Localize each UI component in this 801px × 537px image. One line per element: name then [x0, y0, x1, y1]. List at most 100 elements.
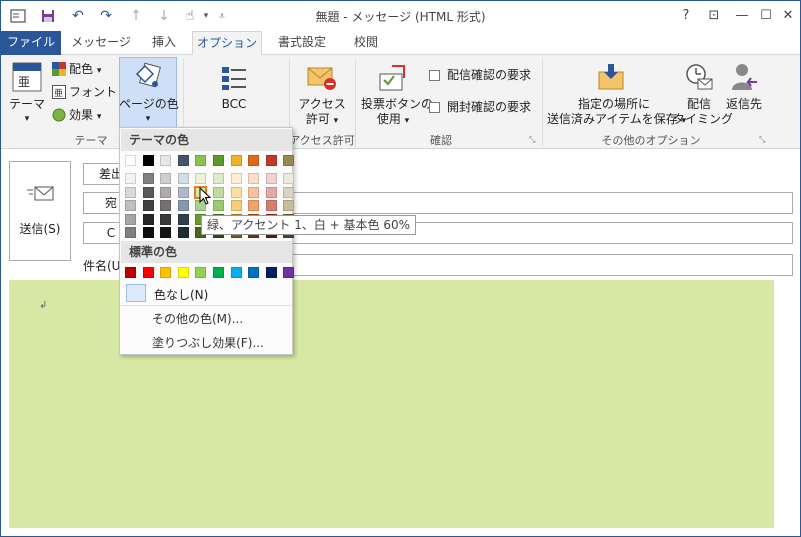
theme-shade-swatch[interactable] [142, 186, 154, 198]
delay-delivery-label-1[interactable]: 配信 [677, 97, 721, 112]
themes-icon[interactable]: 亜 [11, 61, 43, 93]
close-button[interactable]: ✕ [775, 4, 800, 26]
svg-text:亜: 亜 [18, 75, 30, 89]
save-sent-item-text: 送信済みアイテムを保存 [547, 112, 678, 126]
theme-shade-swatch[interactable] [125, 227, 136, 238]
theme-color-swatch[interactable] [177, 155, 189, 166]
body-scrollbar[interactable] [777, 280, 793, 528]
theme-color-swatch[interactable] [265, 155, 277, 166]
theme-shade-swatch[interactable] [142, 173, 154, 184]
theme-shade-swatch[interactable] [265, 173, 277, 184]
theme-shade-swatch[interactable] [283, 173, 295, 184]
theme-shade-swatch[interactable] [177, 186, 189, 198]
tab-review[interactable]: 校閲 [341, 31, 391, 55]
theme-shade-swatch[interactable] [177, 227, 189, 238]
theme-shade-swatch[interactable] [125, 200, 136, 211]
save-sent-item-label-2[interactable]: 送信済みアイテムを保存 ▾ [547, 112, 686, 129]
fonts-button[interactable]: フォント ▾ [69, 85, 125, 102]
themes-button[interactable]: テーマ [9, 97, 45, 112]
theme-shade-swatch[interactable] [125, 173, 136, 184]
standard-color-swatch[interactable] [265, 267, 277, 278]
theme-shade-swatch[interactable] [265, 200, 277, 211]
more-colors-option[interactable]: その他の色(M)... [152, 310, 243, 327]
tab-format-text[interactable]: 書式設定 [267, 31, 337, 55]
theme-shade-swatch[interactable] [213, 200, 224, 211]
tab-file[interactable]: ファイル [1, 31, 61, 55]
paragraph-mark: ↲ [39, 300, 48, 311]
theme-shade-swatch[interactable] [213, 186, 224, 198]
theme-color-swatch[interactable] [283, 155, 295, 166]
colors-button[interactable]: 配色 ▾ [69, 62, 101, 79]
theme-shade-swatch[interactable] [283, 200, 295, 211]
theme-shade-swatch[interactable] [177, 213, 189, 225]
theme-shade-swatch[interactable] [160, 213, 172, 225]
delivery-receipt-label[interactable]: 配信確認の要求 [447, 68, 531, 83]
tab-options[interactable]: オプション [192, 31, 262, 56]
standard-color-swatch[interactable] [160, 267, 172, 278]
voting-label-1[interactable]: 投票ボタンの [361, 97, 433, 112]
theme-shade-swatch[interactable] [230, 173, 242, 184]
read-receipt-checkbox[interactable] [429, 102, 440, 113]
theme-shade-swatch[interactable] [160, 186, 172, 198]
theme-shade-swatch[interactable] [265, 186, 277, 198]
standard-color-swatch[interactable] [177, 267, 189, 278]
direct-replies-button[interactable]: 返信先 [723, 97, 765, 112]
theme-shade-swatch[interactable] [177, 173, 189, 184]
help-button[interactable]: ? [673, 4, 699, 26]
theme-color-swatch[interactable] [142, 155, 154, 166]
theme-group-label: テーマ [74, 134, 108, 147]
colors-icon [51, 61, 67, 77]
more-options-dialog-launcher-icon[interactable]: ⤡ [759, 135, 765, 145]
theme-shade-swatch[interactable] [248, 186, 260, 198]
tab-message[interactable]: メッセージ [67, 31, 135, 55]
standard-color-swatch[interactable] [213, 267, 224, 278]
permission-label-2[interactable]: 許可 ▾ [295, 112, 349, 129]
theme-color-swatch[interactable] [195, 155, 207, 166]
theme-color-swatch[interactable] [248, 155, 260, 166]
theme-shade-swatch[interactable] [230, 200, 242, 211]
tracking-dialog-launcher-icon[interactable]: ⤡ [529, 135, 535, 145]
delivery-receipt-checkbox[interactable] [429, 70, 440, 81]
standard-color-swatch[interactable] [142, 267, 154, 278]
fill-effects-option[interactable]: 塗りつぶし効果(F)... [152, 334, 264, 351]
standard-color-swatch[interactable] [125, 267, 136, 278]
send-button[interactable]: 送信(S) [9, 161, 71, 261]
theme-shade-swatch[interactable] [142, 227, 154, 238]
read-receipt-label[interactable]: 開封確認の要求 [447, 100, 531, 115]
standard-color-swatch[interactable] [195, 267, 207, 278]
theme-color-swatch[interactable] [230, 155, 242, 166]
save-sent-item-label-1[interactable]: 指定の場所に [549, 97, 679, 112]
theme-shade-swatch[interactable] [177, 200, 189, 211]
theme-shade-swatch[interactable] [248, 173, 260, 184]
theme-color-swatch[interactable] [160, 155, 172, 166]
theme-color-swatch[interactable] [213, 155, 224, 166]
standard-color-swatch[interactable] [230, 267, 242, 278]
theme-shade-swatch[interactable] [160, 173, 172, 184]
tab-insert[interactable]: 挿入 [139, 31, 189, 55]
theme-shade-swatch[interactable] [195, 173, 207, 184]
delay-delivery-label-2[interactable]: タイミング [673, 112, 733, 127]
permission-label-1[interactable]: アクセス [295, 97, 349, 112]
theme-color-swatch[interactable] [125, 155, 136, 166]
ribbon-display-options-button[interactable]: ⊡ [701, 4, 727, 26]
voting-label-2[interactable]: 使用 ▾ [361, 112, 425, 129]
theme-shade-swatch[interactable] [283, 186, 295, 198]
minimize-button[interactable]: — [729, 4, 755, 26]
bcc-button[interactable]: BCC [209, 97, 259, 112]
theme-shade-swatch[interactable] [160, 200, 172, 211]
theme-shade-swatch[interactable] [160, 227, 172, 238]
standard-color-swatch[interactable] [283, 267, 295, 278]
themes-dropdown-icon[interactable]: ▾ [9, 112, 45, 127]
theme-shade-swatch[interactable] [125, 213, 136, 225]
effects-button[interactable]: 効果 ▾ [69, 108, 101, 125]
theme-shade-swatch[interactable] [248, 200, 260, 211]
theme-shade-swatch[interactable] [213, 173, 224, 184]
menu-separator [121, 305, 292, 306]
theme-shade-swatch[interactable] [230, 186, 242, 198]
theme-shade-swatch[interactable] [142, 213, 154, 225]
theme-shade-swatch[interactable] [125, 186, 136, 198]
permission-icon [305, 63, 339, 93]
theme-shade-swatch[interactable] [142, 200, 154, 211]
standard-color-swatch[interactable] [248, 267, 260, 278]
no-color-option[interactable]: 色なし(N) [124, 283, 290, 303]
